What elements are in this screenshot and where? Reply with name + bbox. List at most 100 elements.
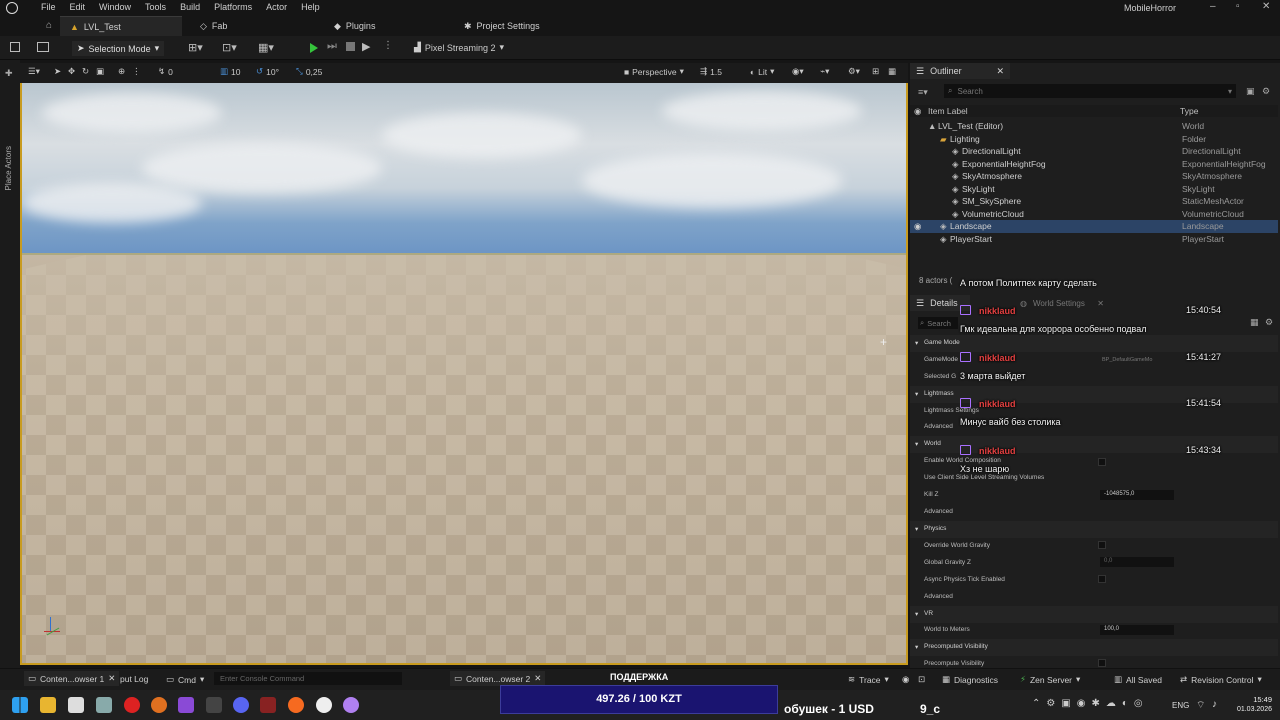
cmd-dropdown[interactable]: ▭ Cmd ▾ (166, 674, 204, 685)
unreal-logo-icon[interactable] (6, 2, 18, 14)
override-world-gravity-checkbox[interactable] (1098, 541, 1106, 549)
outliner-row[interactable]: ◈ ExponentialHeightFog ExponentialHeightFo… (910, 158, 1278, 171)
surface-snap-icon[interactable]: ⋮ (132, 66, 141, 77)
tab-fab[interactable]: ◇ Fab (200, 16, 227, 36)
tab-plugins[interactable]: ◆ Plugins (334, 16, 375, 36)
content-icon[interactable] (37, 42, 49, 52)
selection-mode-button[interactable]: ➤ Selection Mode ▾ (72, 41, 165, 56)
minimize-icon[interactable]: – (1210, 1, 1216, 12)
camera-speed-button[interactable]: ⇶ 1.5 (700, 66, 722, 77)
async-physics-checkbox[interactable] (1098, 575, 1106, 583)
place-actors-icon[interactable]: ✚ (5, 68, 13, 79)
zen-server-button[interactable]: ⚡ Zen Server ▾ (1020, 674, 1080, 685)
revision-control-button[interactable]: ⇄ Revision Control ▾ (1180, 674, 1262, 685)
windows-start-icon[interactable] (12, 697, 28, 713)
outliner-row[interactable]: ◈ PlayerStart PlayerStart (910, 233, 1278, 246)
kill-z-field[interactable]: -1048575,0 (1100, 490, 1174, 500)
perspective-button[interactable]: ■ Perspective ▾ (624, 66, 684, 77)
details-section-header[interactable]: ▾ VR (910, 606, 1278, 623)
clock-date[interactable]: 01.03.2026 (1228, 706, 1272, 713)
realtime-icon[interactable]: ⌁▾ (820, 66, 829, 77)
close-window-icon[interactable]: ✕ (1262, 1, 1270, 12)
surface-snap-setting[interactable]: ↯ 0 (158, 66, 173, 77)
details-property-row[interactable]: World to Meters (910, 622, 1278, 639)
save-icon[interactable] (10, 42, 20, 52)
record-icon[interactable]: ◉ (902, 674, 909, 685)
details-property-row[interactable]: Async Physics Tick Enabled (910, 572, 1278, 589)
outliner-row[interactable]: ◈ SkyAtmosphere SkyAtmosphere (910, 170, 1278, 183)
vivaldi-icon[interactable] (124, 697, 140, 713)
details-property-row[interactable]: Advanced (910, 504, 1278, 521)
menu-item-help[interactable]: Help (294, 2, 327, 12)
outliner-row[interactable]: ◉ ◈ Landscape Landscape (910, 220, 1278, 233)
rotation-snap-setting[interactable]: ↺ 10° (256, 66, 279, 77)
volume-icon[interactable]: ♪ (1212, 699, 1217, 710)
trace-button[interactable]: ≋ Trace ▾ (848, 674, 889, 685)
visibility-icon[interactable]: ◉ (914, 221, 921, 232)
menu-item-build[interactable]: Build (173, 2, 207, 12)
clock-time[interactable]: 15:49 (1232, 695, 1272, 704)
col-type[interactable]: Type (1180, 106, 1198, 116)
firefox-icon[interactable] (288, 697, 304, 713)
eject-icon[interactable]: ▶ (362, 40, 370, 53)
scale-snap-setting[interactable]: ⤡ 0,25 (296, 66, 322, 77)
language-indicator[interactable]: ENG (1172, 701, 1189, 710)
world-local-icon[interactable]: ⊕ (118, 66, 125, 77)
grid-snap-setting[interactable]: ▥ 10 (220, 66, 241, 77)
select-icon[interactable]: ➤ (54, 66, 61, 77)
cinematics-icon[interactable]: ▦▾ (258, 41, 274, 54)
outliner-row[interactable]: ▲ LVL_Test (Editor) World (910, 120, 1278, 133)
layout-icon[interactable]: ⊞ (872, 66, 879, 77)
app-icon-purple[interactable] (178, 697, 194, 713)
close-icon[interactable]: ✕ (1097, 299, 1104, 308)
world-to-meters-field[interactable]: 100,0 (1100, 625, 1174, 635)
menu-item-file[interactable]: File (34, 2, 63, 12)
scale-icon[interactable]: ▣ (96, 66, 104, 77)
grid-view-icon[interactable]: ▦ (1250, 317, 1259, 328)
global-gravity-field[interactable]: 0,0 (1100, 557, 1174, 567)
level-viewport[interactable]: + (20, 83, 908, 665)
gamemode-value[interactable]: BP_DefaultGameMo (1102, 357, 1152, 363)
close-icon[interactable]: ✕ (996, 66, 1004, 77)
add-actor-icon[interactable]: ⊞▾ (188, 41, 203, 54)
all-saved-button[interactable]: ▥ All Saved (1114, 674, 1162, 685)
precompute-visibility-checkbox[interactable] (1098, 659, 1106, 667)
add-folder-icon[interactable]: ▣ (1246, 86, 1255, 97)
output-log-tab[interactable]: put Log (120, 674, 148, 684)
camera-icon[interactable]: ⊡ (918, 674, 925, 685)
menu-item-platforms[interactable]: Platforms (207, 2, 259, 12)
app-icon-orange[interactable] (151, 697, 167, 713)
github-icon[interactable] (343, 697, 359, 713)
tab-outliner[interactable]: ☰ Outliner ✕ (910, 63, 1010, 79)
file-explorer-icon[interactable] (40, 697, 56, 713)
diagnostics-button[interactable]: ▦ Diagnostics (942, 674, 998, 685)
translate-icon[interactable]: ✥ (68, 66, 75, 77)
outliner-row[interactable]: ◈ DirectionalLight DirectionalLight (910, 145, 1278, 158)
content-browser-2-tab[interactable]: ▭ Conten...owser 2 ✕ (450, 671, 546, 686)
col-item-label[interactable]: Item Label (928, 106, 968, 116)
outliner-search-input[interactable]: ⌕ Search ▾ (944, 84, 1236, 98)
tab-world-settings[interactable]: ◍ World Settings ✕ (1014, 295, 1110, 311)
details-property-row[interactable]: Advanced (910, 589, 1278, 606)
tab-project-settings[interactable]: ✱ Project Settings (464, 16, 540, 36)
filter-icon[interactable]: ≡▾ (918, 87, 928, 98)
store-icon[interactable] (68, 697, 84, 713)
discord-icon[interactable] (233, 697, 249, 713)
details-search-input[interactable]: ⌕ Search (918, 317, 958, 329)
app-icon-chip[interactable] (206, 697, 222, 713)
rotate-icon[interactable]: ↻ (82, 66, 89, 77)
details-property-row[interactable]: Kill Z (910, 487, 1278, 504)
stop-icon[interactable] (346, 42, 355, 51)
notepad-icon[interactable] (96, 697, 112, 713)
outliner-row[interactable]: ◈ SkyLight SkyLight (910, 183, 1278, 196)
advance-frame-icon[interactable]: ⏭ (327, 40, 337, 53)
enable-world-composition-checkbox[interactable] (1098, 458, 1106, 466)
content-browser-1-tab[interactable]: ▭ Conten...owser 1 ✕ (24, 671, 120, 686)
unreal-engine-icon[interactable] (316, 697, 332, 713)
outliner-row[interactable]: ▰ Lighting Folder (910, 133, 1278, 146)
details-section-header[interactable]: ▾ Physics (910, 521, 1278, 538)
pixel-streaming-button[interactable]: ▟ Pixel Streaming 2 ▾ (414, 42, 504, 53)
tab-level[interactable]: ▲ LVL_Test (60, 16, 182, 36)
menu-item-edit[interactable]: Edit (63, 2, 93, 12)
more-options-icon[interactable]: ⋮ (383, 40, 393, 51)
